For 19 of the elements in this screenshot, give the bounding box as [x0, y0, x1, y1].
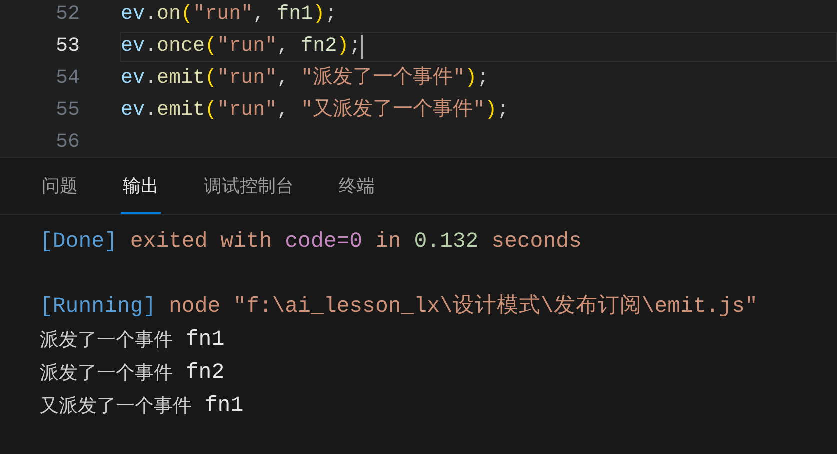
code-line: ev.on("run", fn1);: [121, 2, 338, 28]
output-line: 派发了一个事件 fn2: [40, 360, 225, 388]
code-line: ev.once("run", fn2);: [121, 34, 362, 60]
output-line: [Running] node "f:\ai_lesson_lx\设计模式\发布订阅\emit.js": [40, 293, 758, 322]
code-line: ev.emit("run", "派发了一个事件");: [121, 66, 490, 92]
panel-tab[interactable]: 终端: [337, 158, 377, 214]
code-line: ev.emit("run", "又派发了一个事件");: [121, 98, 510, 124]
panel-tab[interactable]: 输出: [121, 158, 161, 214]
text-cursor: [361, 35, 364, 59]
line-number: 56: [54, 130, 80, 156]
line-number: 55: [54, 98, 80, 124]
line-number: 53: [54, 34, 80, 60]
output-line: [Done] exited with code=0 in 0.132 seconds: [40, 229, 582, 256]
line-number: 54: [54, 66, 80, 92]
output-line: 又派发了一个事件 fn1: [40, 393, 244, 420]
line-number: 52: [54, 2, 80, 28]
panel-tab[interactable]: 调试控制台: [202, 158, 296, 214]
output-line: 派发了一个事件 fn1: [40, 327, 225, 354]
panel-tab[interactable]: 问题: [40, 158, 80, 214]
